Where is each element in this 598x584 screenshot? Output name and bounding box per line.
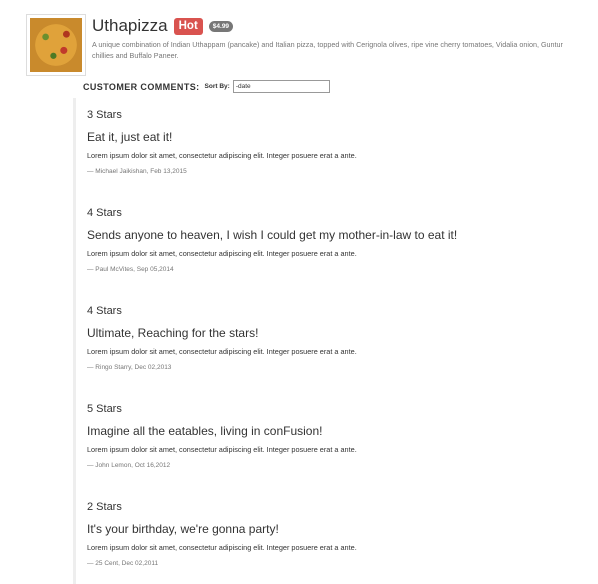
comment-rating: 4 Stars	[87, 207, 122, 219]
comment-headline: Sends anyone to heaven, I wish I could g…	[87, 228, 458, 242]
hot-label: Hot	[173, 17, 203, 35]
comment-author-date: — Ringo Starry, Dec 02,2013	[87, 364, 172, 371]
dish-title-row: Uthapizza Hot $4.99	[92, 15, 590, 37]
comment-item: 3 Stars Eat it, just eat it! Lorem ipsum…	[73, 98, 583, 196]
price-badge: $4.99	[208, 20, 234, 32]
comment-headline: Imagine all the eatables, living in conF…	[87, 424, 323, 438]
comments-title: CUSTOMER COMMENTS:	[83, 81, 200, 92]
comment-rating: 5 Stars	[87, 403, 122, 415]
comment-author-date: — John Lemon, Oct 16,2012	[87, 462, 171, 469]
comment-item: 4 Stars Ultimate, Reaching for the stars…	[73, 294, 583, 392]
comment-rating: 4 Stars	[87, 305, 122, 317]
comment-item: 4 Stars Sends anyone to heaven, I wish I…	[73, 196, 583, 294]
comment-body: Lorem ipsum dolor sit amet, consectetur …	[87, 445, 357, 454]
comments-header: CUSTOMER COMMENTS: Sort By:	[83, 80, 330, 93]
comment-author-date: — Paul McVites, Sep 05,2014	[87, 266, 174, 273]
comment-body: Lorem ipsum dolor sit amet, consectetur …	[87, 543, 357, 552]
comment-headline: Eat it, just eat it!	[87, 130, 173, 144]
comment-headline: It's your birthday, we're gonna party!	[87, 522, 279, 536]
comment-body: Lorem ipsum dolor sit amet, consectetur …	[87, 151, 357, 160]
comments-list: 3 Stars Eat it, just eat it! Lorem ipsum…	[73, 98, 583, 584]
comment-item: 2 Stars It's your birthday, we're gonna …	[73, 490, 583, 584]
comment-body: Lorem ipsum dolor sit amet, consectetur …	[87, 347, 357, 356]
sort-label: Sort By:	[204, 83, 230, 90]
dish-name: Uthapizza	[92, 16, 168, 35]
comment-author-date: — 25 Cent, Dec 02,2011	[87, 560, 159, 567]
dish-thumbnail	[26, 14, 86, 76]
comment-author-date: — Michael Jaikishan, Feb 13,2015	[87, 168, 187, 175]
comment-rating: 3 Stars	[87, 109, 122, 121]
sort-input[interactable]	[232, 80, 330, 93]
pizza-image	[30, 18, 82, 72]
comment-rating: 2 Stars	[87, 501, 122, 513]
comment-headline: Ultimate, Reaching for the stars!	[87, 326, 259, 340]
dish-details: Uthapizza Hot $4.99 A unique combination…	[92, 15, 590, 61]
comment-body: Lorem ipsum dolor sit amet, consectetur …	[87, 249, 357, 258]
dish-description: A unique combination of Indian Uthappam …	[92, 40, 563, 60]
comment-item: 5 Stars Imagine all the eatables, living…	[73, 392, 583, 490]
